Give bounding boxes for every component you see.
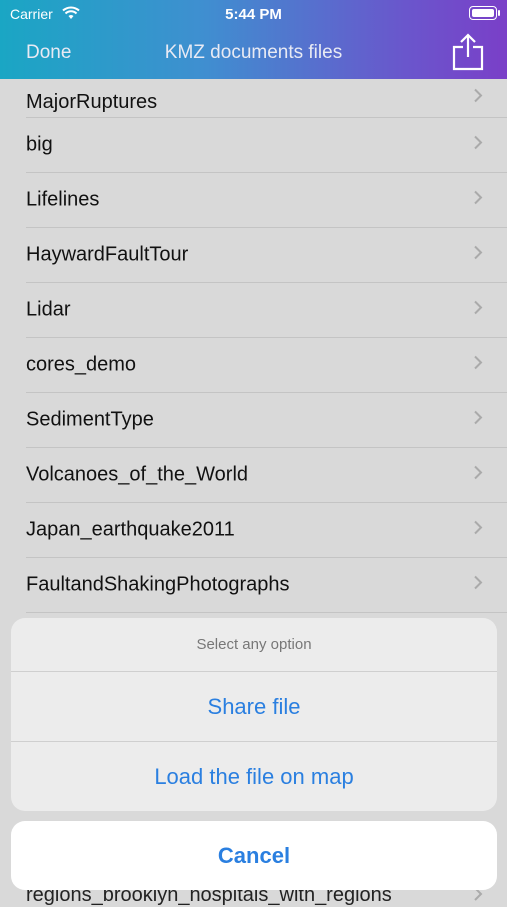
share-file-button[interactable]: Share file: [11, 672, 497, 742]
cancel-sheet: Cancel: [11, 821, 497, 890]
cancel-button[interactable]: Cancel: [11, 821, 497, 890]
action-sheet: Select any option Share file Load the fi…: [11, 618, 497, 811]
action-sheet-title: Select any option: [11, 618, 497, 672]
load-file-on-map-button[interactable]: Load the file on map: [11, 742, 497, 811]
